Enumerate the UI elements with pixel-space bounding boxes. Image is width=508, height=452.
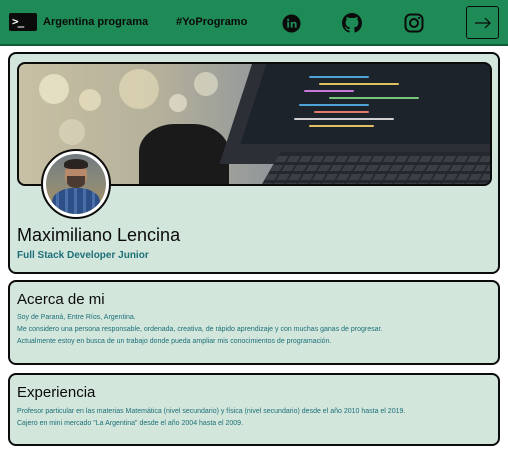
avatar — [41, 149, 111, 219]
brand-title: Argentina programa — [43, 16, 149, 28]
brand[interactable]: >_ Argentina programa — [9, 13, 148, 31]
profile-title: Full Stack Developer Junior — [17, 250, 149, 261]
login-button[interactable] — [466, 6, 499, 39]
hashtag-label: #YoProgramo — [176, 16, 248, 28]
instagram-link[interactable] — [404, 13, 424, 33]
linkedin-icon — [281, 13, 301, 33]
experience-card: Experiencia Profesor particular en las m… — [8, 373, 500, 446]
experience-heading: Experiencia — [17, 384, 96, 401]
experience-line: Cajero en mini mercado "La Argentina" de… — [17, 420, 244, 427]
profile-card: Maximiliano Lencina Full Stack Developer… — [8, 52, 500, 274]
github-link[interactable] — [342, 13, 362, 33]
about-heading: Acerca de mi — [17, 291, 105, 308]
about-line: Me considero una persona responsable, or… — [17, 326, 383, 333]
experience-line: Profesor particular en las materias Mate… — [17, 408, 406, 415]
linkedin-link[interactable] — [281, 13, 301, 33]
top-navbar: >_ Argentina programa #YoProgramo — [0, 0, 508, 46]
instagram-icon — [404, 13, 424, 33]
about-line: Actualmente estoy en busca de un trabajo… — [17, 338, 332, 345]
github-icon — [342, 13, 362, 33]
profile-name: Maximiliano Lencina — [17, 225, 181, 245]
terminal-logo-icon: >_ — [9, 13, 37, 31]
about-line: Soy de Paraná, Entre Ríos, Argentina. — [17, 314, 136, 321]
arrow-right-icon — [474, 17, 491, 28]
about-card: Acerca de mi Soy de Paraná, Entre Ríos, … — [8, 280, 500, 365]
